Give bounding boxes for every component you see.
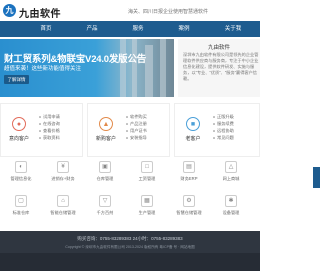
module-label: 设备管理 [222,210,240,215]
logo-text[interactable]: 九由软件 [19,5,61,20]
module-item[interactable]: ▦ 生产管理 [130,195,164,223]
factory-icon: ▦ [141,195,153,207]
box-icon: ▢ [15,195,27,207]
role-link[interactable]: 查看价格 [39,127,83,134]
nav-item-about[interactable]: 关于我 [214,21,252,37]
role-link[interactable]: 获取资料 [39,134,83,141]
product-modules: ◐ 管理信息化 ¥ 进销存+财务 ▣ 仓库管理 □ 工资管理 ▤ 财务ERP △ 网上商城 … [0,161,260,231]
banner-shelf [160,39,166,97]
role-name: 新购客户 [95,136,116,142]
role-link[interactable]: 试用申请 [39,113,83,120]
footer-contact: 购买咨询：0755-83289383 24小时：0755-83289383 [77,236,183,241]
banner-shelf [132,39,137,97]
search-input[interactable] [128,7,260,17]
module-item[interactable]: ▢ 标准仓库 [4,195,38,223]
banner-shelf [120,39,126,97]
footer: 购买咨询：0755-83289383 24小时：0755-83289383 Co… [0,231,260,271]
module-label: 工资管理 [138,176,156,181]
pie-icon: ◐ [15,161,27,173]
side-chat-button[interactable] [313,167,320,188]
module-label: 千方百剂 [96,210,114,215]
carousel-dots [78,93,90,96]
role-name: 老客户 [185,136,201,142]
footer-copyright: Copyright © 深圳市九由软件有限公司 2013-2024 版权所有 粤… [65,245,195,249]
module-label: 仓库管理 [96,176,114,181]
module-item[interactable]: ¥ 进销存+财务 [46,161,80,189]
role-link[interactable]: 软件购买 [126,113,170,120]
role-link[interactable]: 在线咨询 [39,120,83,127]
module-item[interactable]: ✱ 设备管理 [214,195,248,223]
footer-bottom-bar [0,253,260,271]
module-label: 管理信息化 [10,176,32,181]
cart-icon: ▲ [99,117,113,131]
module-label: 财务ERP [180,176,198,181]
role-name: 意向客户 [8,136,29,142]
user-icon: ● [12,117,26,131]
role-link[interactable]: 安装指导 [126,134,170,141]
module-label: 智慧仓储管理 [176,210,202,215]
role-card-prospect[interactable]: ● 意向客户 试用申请 在线咨询 查看价格 获取资料 [0,103,83,157]
role-links: 试用申请 在线咨询 查看价格 获取资料 [39,113,83,141]
role-link[interactable]: 远程协助 [213,127,257,134]
tool-icon: ✱ [225,195,237,207]
warehouse-icon: ⌂ [57,195,69,207]
cart-icon: △ [225,161,237,173]
module-label: 生产管理 [138,210,156,215]
banner-detail-button[interactable]: 了解详情 [4,75,29,84]
module-item[interactable]: ⌂ 智能仓储管理 [46,195,80,223]
module-label: 智能仓储管理 [50,210,76,215]
banner-title: 财工贸系列&物联宝V24.0发版公告 [4,54,147,65]
about-text: 深圳市九由软件有限公司是领先的企业管理软件供应商与服务商，专注于中小企业信息化建… [183,52,259,81]
flask-icon: ▽ [99,195,111,207]
about-panel: 九由软件 深圳市九由软件有限公司是领先的企业管理软件供应商与服务商，专注于中小企… [178,39,260,97]
customer-roles: ● 意向客户 试用申请 在线咨询 查看价格 获取资料 ▲ 新购客户 软件购买 产… [0,103,260,163]
role-link[interactable]: 服务续费 [213,120,257,127]
module-item[interactable]: △ 网上商城 [214,161,248,189]
module-item[interactable]: ▣ 仓库管理 [88,161,122,189]
module-label: 网上商城 [222,176,240,181]
module-item[interactable]: □ 工资管理 [130,161,164,189]
role-links: 正版升级 服务续费 远程协助 常见问题 [213,113,257,141]
folder-icon: ▣ [99,161,111,173]
role-link[interactable]: 常见问题 [213,134,257,141]
logo-icon[interactable]: 九 [3,4,16,17]
nav-item-products[interactable]: 产品 [76,21,108,37]
module-item[interactable]: ▤ 财务ERP [172,161,206,189]
gear-icon: ⚙ [183,195,195,207]
role-links: 软件购买 产品注册 用户证书 安装指导 [126,113,170,141]
header: 九 九由软件 [0,0,260,21]
about-title: 九由软件 [207,45,230,51]
yen-icon: ¥ [57,161,69,173]
main-nav: 首页 产品 服务 案例 关于我 [0,21,260,37]
role-link[interactable]: 产品注册 [126,120,170,127]
person-icon: ■ [186,117,200,131]
nav-item-cases[interactable]: 案例 [168,21,200,37]
module-label: 进销存+财务 [51,176,75,181]
module-item[interactable]: ⚙ 智慧仓储管理 [172,195,206,223]
banner-subtitle: 超值来袭！这些新功能值得关注 [4,66,82,72]
banner-shelf [145,45,153,97]
role-link[interactable]: 用户证书 [126,127,170,134]
hero-banner[interactable]: 财工贸系列&物联宝V24.0发版公告 超值来袭！这些新功能值得关注 了解详情 [0,39,174,97]
nav-item-home[interactable]: 首页 [30,21,62,37]
nav-item-services[interactable]: 服务 [122,21,154,37]
role-link[interactable]: 正版升级 [213,113,257,120]
module-item[interactable]: ◐ 管理信息化 [4,161,38,189]
role-card-new[interactable]: ▲ 新购客户 软件购买 产品注册 用户证书 安装指导 [87,103,170,157]
module-item[interactable]: ▽ 千方百剂 [88,195,122,223]
role-card-existing[interactable]: ■ 老客户 正版升级 服务续费 远程协助 常见问题 [174,103,260,157]
money-icon: □ [141,161,153,173]
chart-icon: ▤ [183,161,195,173]
module-label: 标准仓库 [12,210,30,215]
